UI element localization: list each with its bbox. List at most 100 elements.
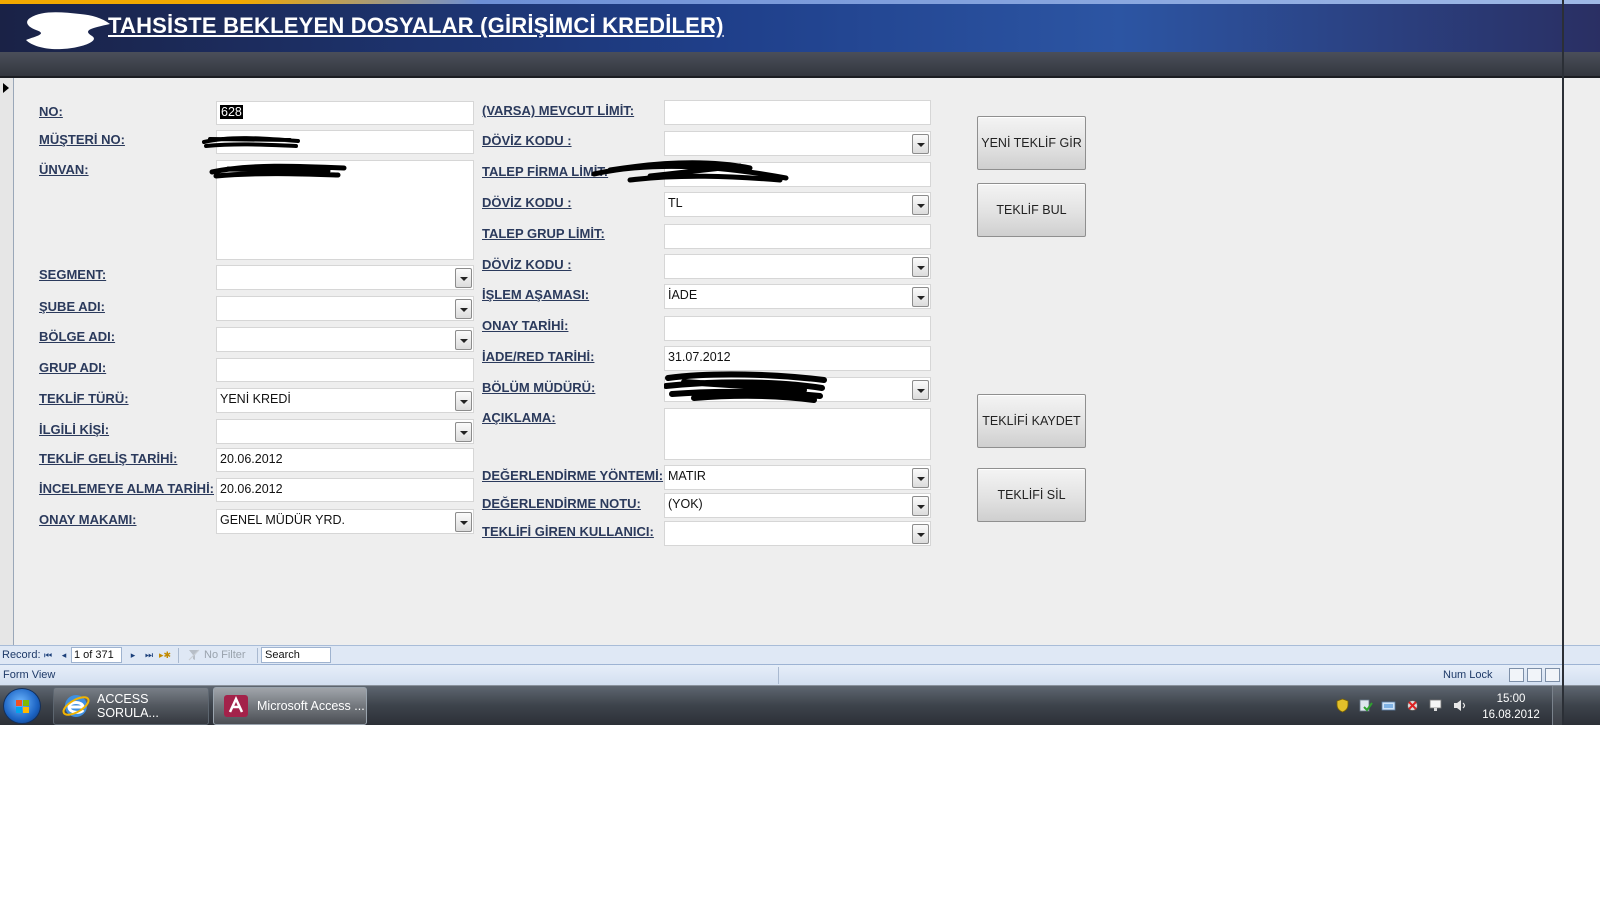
teklif-gelis-tarihi-field[interactable]: 20.06.2012 <box>216 448 474 472</box>
clock-time: 15:00 <box>1496 693 1526 705</box>
teklif-turu-value: YENİ KREDİ <box>220 392 291 406</box>
taskbar-item-ie[interactable]: ACCESS SORULA... <box>53 687 209 725</box>
no-value: 628 <box>220 105 243 119</box>
display-icon[interactable] <box>1428 698 1443 713</box>
record-search-input[interactable]: Search <box>261 647 331 663</box>
ilgili-kisi-dropdown-icon[interactable] <box>455 422 472 442</box>
doviz-kodu-1-dropdown-icon[interactable] <box>912 134 929 154</box>
talep-grup-limit-label: TALEP GRUP LİMİT: <box>482 226 605 241</box>
new-record-icon[interactable]: ▸✱ <box>159 649 171 661</box>
record-navigation-bar: Record: ⏮ ◂ 1 of 371 ▸ ⏭ ▸✱ No Filter Se… <box>0 645 1600 664</box>
grup-adi-field[interactable] <box>216 358 474 382</box>
teklifi-giren-kullanici-dropdown-icon[interactable] <box>912 524 929 544</box>
record-position-input[interactable]: 1 of 371 <box>71 647 122 663</box>
teklifi-kaydet-button[interactable]: TEKLİFİ KAYDET <box>977 394 1086 448</box>
ilgili-kisi-combo[interactable] <box>216 419 474 444</box>
status-separator <box>778 667 779 684</box>
talep-firma-limit-label: TALEP FİRMA LİMİT: <box>482 164 609 179</box>
next-record-icon[interactable]: ▸ <box>127 649 139 661</box>
teklif-turu-combo[interactable]: YENİ KREDİ <box>216 388 474 413</box>
musteri-no-field[interactable] <box>216 130 474 154</box>
teklif-turu-label: TEKLİF TÜRÜ: <box>39 391 129 406</box>
bolge-adi-dropdown-icon[interactable] <box>455 330 472 350</box>
incelemeye-alma-tarihi-label: İNCELEMEYE ALMA TARİHİ: <box>39 481 215 496</box>
doviz-kodu-3-combo[interactable] <box>664 254 931 279</box>
record-selector[interactable] <box>0 78 14 645</box>
teklif-bul-button[interactable]: TEKLİF BUL <box>977 183 1086 237</box>
access-window: TAHSİSTE BEKLEYEN DOSYALAR (GİRİŞİMCİ KR… <box>0 0 1600 900</box>
taskbar-item-access-label: Microsoft Access ... <box>257 699 365 713</box>
form-view-icon[interactable] <box>1509 668 1524 682</box>
antivirus-alert-icon[interactable] <box>1405 698 1420 713</box>
redacted-logo <box>26 12 110 50</box>
islem-asamasi-combo[interactable]: İADE <box>664 284 931 309</box>
bolum-muduru-dropdown-icon[interactable] <box>912 380 929 400</box>
onay-tarihi-field[interactable] <box>664 316 931 341</box>
onay-makami-dropdown-icon[interactable] <box>455 512 472 532</box>
grup-adi-label: GRUP ADI: <box>39 360 107 375</box>
degerlendirme-notu-dropdown-icon[interactable] <box>912 496 929 516</box>
teklifi-sil-button[interactable]: TEKLİFİ SİL <box>977 468 1086 522</box>
degerlendirme-yontemi-label: DEĞERLENDİRME YÖNTEMİ: <box>482 468 664 483</box>
datasheet-view-icon[interactable] <box>1527 668 1542 682</box>
incelemeye-alma-tarihi-field[interactable]: 20.06.2012 <box>216 478 474 502</box>
current-record-arrow-icon <box>3 83 9 93</box>
degerlendirme-yontemi-value: MATIR <box>668 469 706 483</box>
sube-adi-combo[interactable] <box>216 296 474 321</box>
islem-asamasi-dropdown-icon[interactable] <box>912 287 929 307</box>
segment-dropdown-icon[interactable] <box>455 268 472 288</box>
last-record-icon[interactable]: ⏭ <box>143 649 155 661</box>
teklifi-giren-kullanici-label: TEKLİFİ GİREN KULLANICI: <box>482 524 654 539</box>
iade-red-tarihi-field[interactable]: 31.07.2012 <box>664 346 931 371</box>
network-icon[interactable] <box>1381 698 1396 713</box>
aciklama-label: AÇIKLAMA: <box>482 410 556 425</box>
mevcut-limit-label: (VARSA) MEVCUT LİMİT: <box>482 103 635 118</box>
doviz-kodu-3-label: DÖVİZ KODU : <box>482 257 572 272</box>
taskbar-item-access[interactable]: Microsoft Access ... <box>213 687 367 725</box>
security-shield-icon[interactable] <box>1335 698 1350 713</box>
previous-record-icon[interactable]: ◂ <box>58 649 70 661</box>
yeni-teklif-gir-button[interactable]: YENİ TEKLİF GİR <box>977 116 1086 170</box>
mevcut-limit-field[interactable] <box>664 100 931 125</box>
unvan-label: ÜNVAN: <box>39 162 89 177</box>
update-check-icon[interactable] <box>1358 698 1373 713</box>
onay-makami-value: GENEL MÜDÜR YRD. <box>220 513 346 527</box>
form-header: TAHSİSTE BEKLEYEN DOSYALAR (GİRİŞİMCİ KR… <box>0 0 1600 52</box>
doviz-kodu-2-label: DÖVİZ KODU : <box>482 195 572 210</box>
onay-makami-combo[interactable]: GENEL MÜDÜR YRD. <box>216 509 474 534</box>
no-filter-icon <box>188 649 200 661</box>
aciklama-field[interactable] <box>664 408 931 460</box>
no-label: NO: <box>39 104 63 119</box>
segment-combo[interactable] <box>216 265 474 290</box>
no-field[interactable]: 628 <box>216 101 474 125</box>
degerlendirme-yontemi-combo[interactable]: MATIR <box>664 465 931 490</box>
system-clock[interactable]: 15:00 16.08.2012 <box>1475 691 1547 723</box>
ilgili-kisi-label: İLGİLİ KİŞİ: <box>39 422 110 437</box>
talep-grup-limit-field[interactable] <box>664 224 931 249</box>
doviz-kodu-3-dropdown-icon[interactable] <box>912 257 929 277</box>
teklif-turu-dropdown-icon[interactable] <box>455 391 472 411</box>
segment-label: SEGMENT: <box>39 267 107 282</box>
doviz-kodu-1-combo[interactable] <box>664 131 931 156</box>
degerlendirme-yontemi-dropdown-icon[interactable] <box>912 468 929 488</box>
unvan-field[interactable] <box>216 160 474 260</box>
window-right-border <box>1562 0 1564 725</box>
no-filter-toggle[interactable]: No Filter <box>204 649 246 661</box>
show-desktop-button[interactable] <box>1552 686 1562 725</box>
talep-firma-limit-field[interactable] <box>664 162 931 187</box>
start-button[interactable] <box>3 688 41 724</box>
design-view-icon[interactable] <box>1545 668 1560 682</box>
volume-icon[interactable] <box>1452 698 1467 713</box>
onay-tarihi-label: ONAY TARİHİ: <box>482 318 569 333</box>
bolum-muduru-combo[interactable] <box>664 377 931 402</box>
doviz-kodu-2-combo[interactable]: TL <box>664 192 931 217</box>
teklifi-giren-kullanici-combo[interactable] <box>664 521 931 546</box>
bolge-adi-combo[interactable] <box>216 327 474 352</box>
degerlendirme-notu-label: DEĞERLENDİRME NOTU: <box>482 496 641 511</box>
first-record-icon[interactable]: ⏮ <box>42 649 54 661</box>
doviz-kodu-2-dropdown-icon[interactable] <box>912 195 929 215</box>
header-band <box>0 52 1600 78</box>
sube-adi-dropdown-icon[interactable] <box>455 299 472 319</box>
degerlendirme-notu-combo[interactable]: (YOK) <box>664 493 931 518</box>
header-accent-line <box>0 0 1600 4</box>
